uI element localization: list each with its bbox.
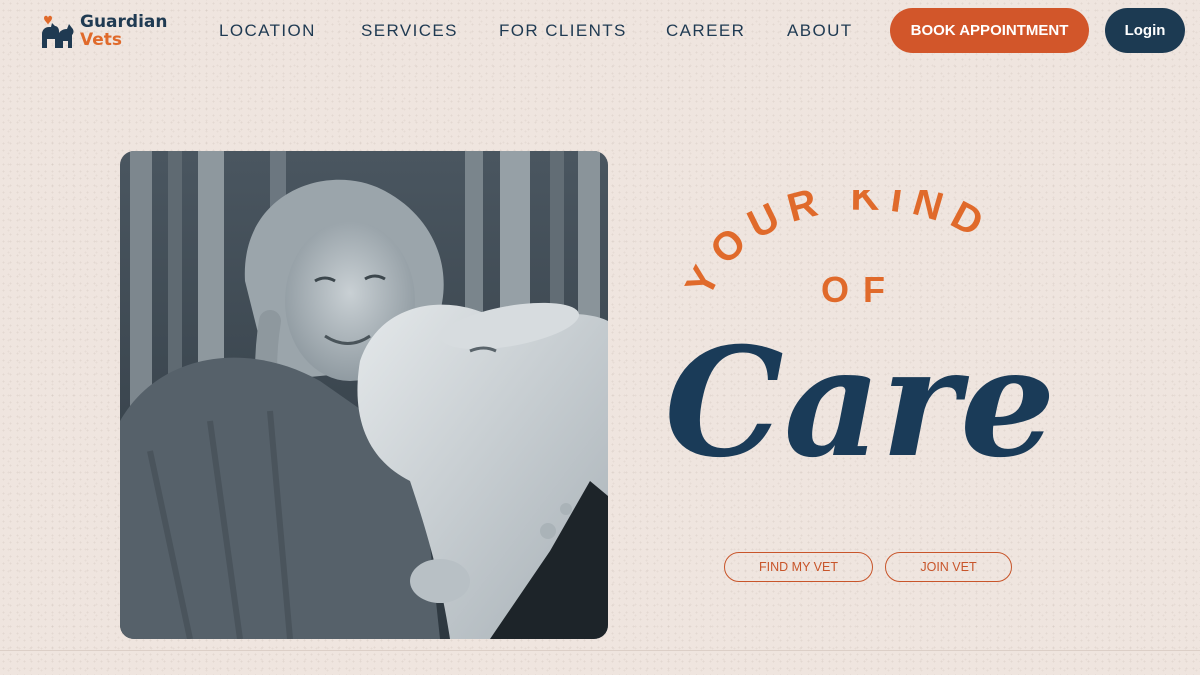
hero-headline: YOUR KIND OF Care: [660, 175, 1080, 520]
login-button[interactable]: Login: [1105, 8, 1185, 53]
join-vet-button[interactable]: JOIN VET: [885, 552, 1012, 582]
nav-location[interactable]: LOCATION: [219, 21, 316, 41]
girl-hugging-goat-photo-icon: [120, 151, 608, 639]
logo[interactable]: Guardian Vets: [38, 12, 178, 52]
site-header: Guardian Vets LOCATION SERVICES FOR CLIE…: [0, 0, 1200, 62]
nav-services[interactable]: SERVICES: [361, 21, 458, 41]
nav-career[interactable]: CAREER: [666, 21, 745, 41]
brand-line-1: Guardian: [80, 12, 168, 32]
headline-script: Care: [664, 315, 1055, 491]
brand-line-2: Vets: [80, 30, 123, 50]
hero-photo: [120, 151, 608, 639]
nav-for-clients[interactable]: FOR CLIENTS: [499, 21, 627, 41]
headline-graphic: YOUR KIND OF Care: [664, 175, 1055, 491]
book-appointment-button[interactable]: BOOK APPOINTMENT: [890, 8, 1089, 53]
brand-name: Guardian Vets: [80, 13, 167, 49]
headline-arc-2: OF: [821, 269, 899, 310]
pet-logo-icon: [42, 15, 74, 48]
find-my-vet-button[interactable]: FIND MY VET: [724, 552, 873, 582]
section-divider: [0, 650, 1200, 651]
nav-about[interactable]: ABOUT: [787, 21, 853, 41]
